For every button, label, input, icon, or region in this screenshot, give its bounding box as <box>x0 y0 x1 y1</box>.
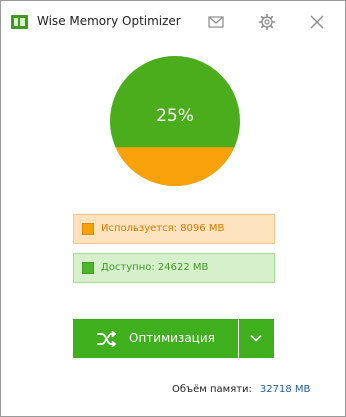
free-memory-text: Доступно: 24622 MB <box>101 262 209 273</box>
gear-icon <box>258 13 276 31</box>
app-icon <box>11 15 28 29</box>
mail-button[interactable] <box>205 11 227 33</box>
chevron-down-icon <box>250 334 262 342</box>
title-bar: Wise Memory Optimizer <box>1 1 345 43</box>
optimize-dropdown-button[interactable] <box>239 319 274 358</box>
free-memory-row: Доступно: 24622 MB <box>73 253 275 283</box>
total-memory-label: Объём памяти: <box>172 384 252 395</box>
free-legend-swatch <box>82 262 94 274</box>
total-memory-value: 32718 MB <box>259 384 311 395</box>
settings-button[interactable] <box>256 11 278 33</box>
close-button[interactable] <box>306 11 328 33</box>
mail-icon <box>208 16 224 28</box>
optimize-button-label: Оптимизация <box>129 331 215 345</box>
memory-usage-pie: 25% <box>110 56 240 186</box>
window-title: Wise Memory Optimizer <box>37 14 181 28</box>
pie-used-slice <box>115 147 235 186</box>
used-legend-swatch <box>82 223 94 235</box>
used-memory-row: Используется: 8096 MB <box>73 214 275 244</box>
used-memory-text: Используется: 8096 MB <box>101 223 225 234</box>
app-window: Wise Memory Optimizer 25% Используется: … <box>0 0 346 417</box>
shuffle-icon <box>97 331 117 347</box>
total-memory: Объём памяти: 32718 MB <box>172 384 310 395</box>
close-icon <box>310 15 324 29</box>
optimize-button[interactable]: Оптимизация <box>73 319 238 358</box>
usage-percent: 25% <box>156 106 194 126</box>
